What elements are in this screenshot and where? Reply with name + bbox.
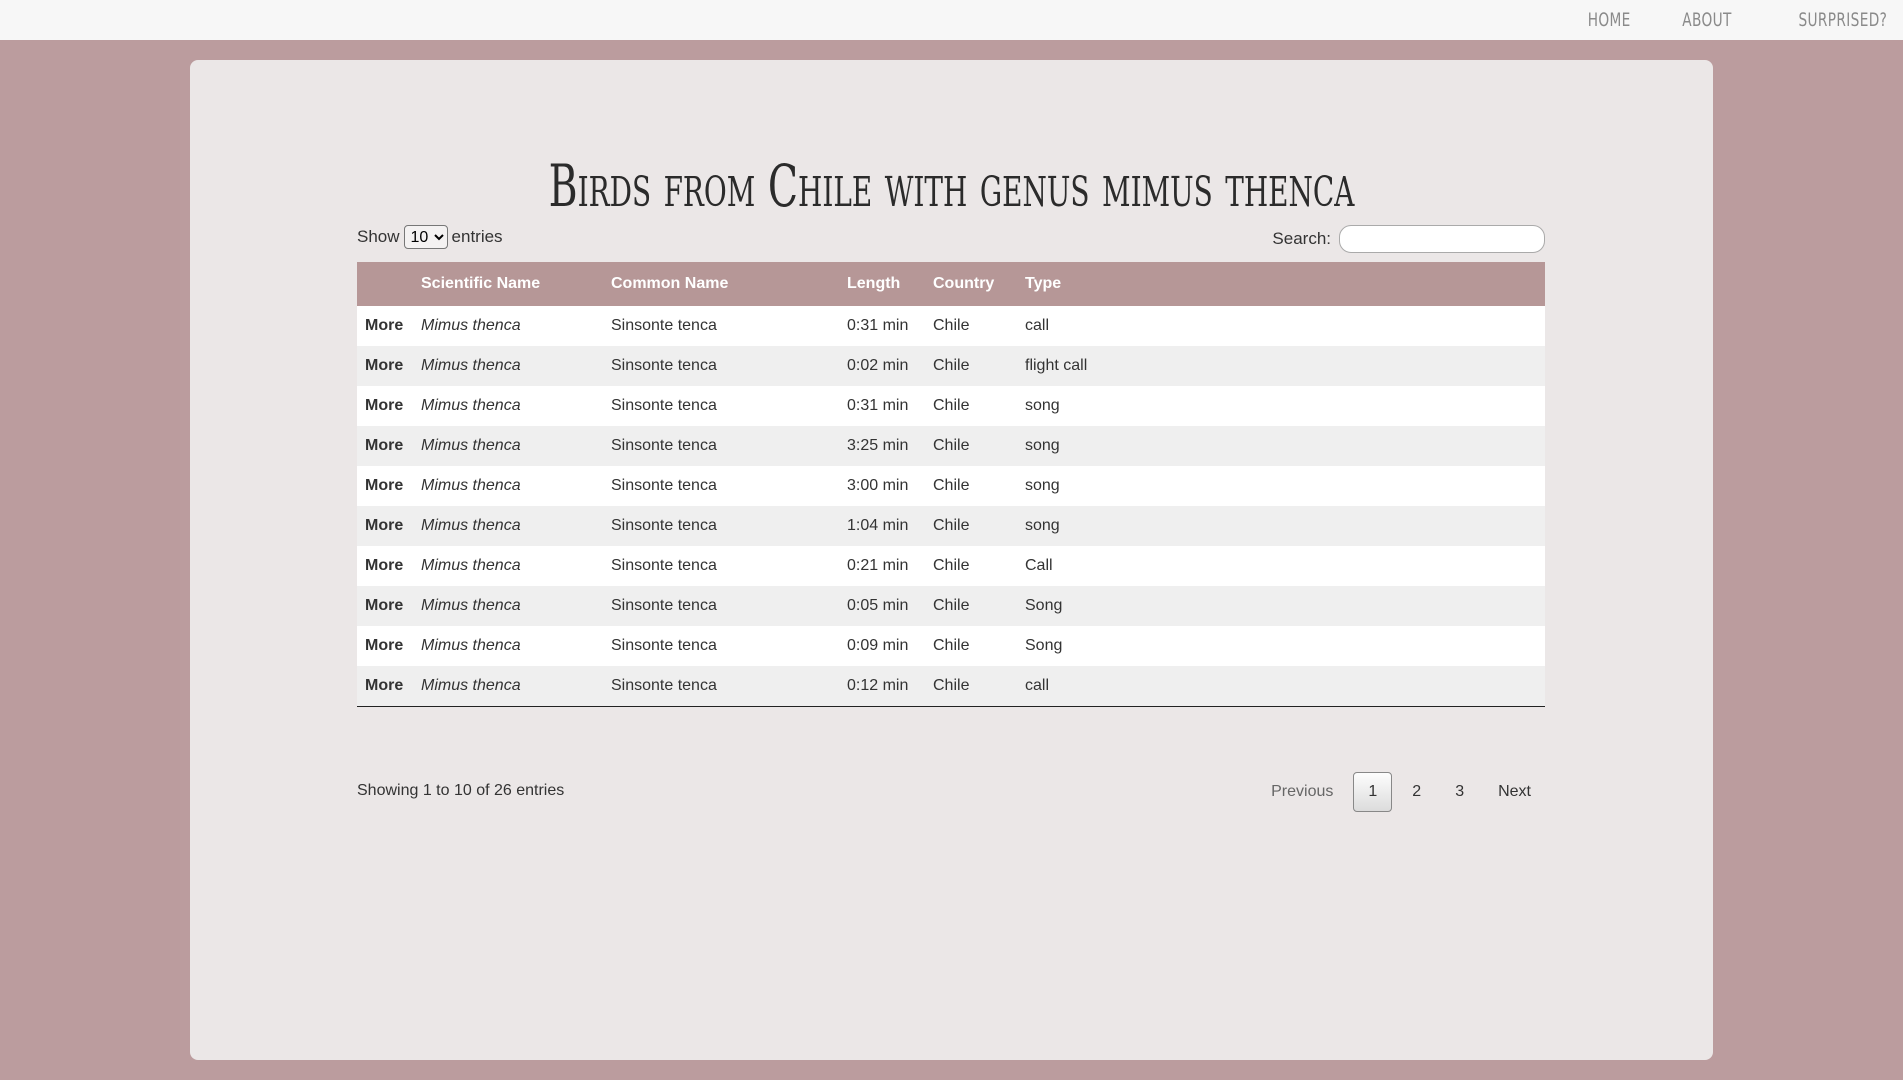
table-row: More Mimus thenca Sinsonte tenca 0:05 min Ch… [357,586,1545,626]
more-button[interactable]: More [357,346,413,386]
scientific-name-cell: Mimus thenca [413,666,603,707]
show-label: Show [357,227,400,246]
country-cell: Chile [925,586,1017,626]
more-button[interactable]: More [357,506,413,546]
more-button[interactable]: More [357,586,413,626]
more-button[interactable]: More [357,426,413,466]
type-cell: Call [1017,546,1545,586]
type-cell: song [1017,466,1545,506]
more-button[interactable]: More [357,306,413,346]
nav-link-surprised[interactable]: SURPRISED? [1798,9,1887,31]
page-button-1[interactable]: 1 [1353,772,1393,812]
top-navbar: HOME ABOUT SURPRISED? [0,0,1903,40]
common-name-cell: Sinsonte tenca [603,466,839,506]
type-cell: call [1017,666,1545,707]
search-input[interactable] [1339,225,1545,253]
more-button[interactable]: More [357,546,413,586]
column-header-common-name[interactable]: Common Name [603,262,839,306]
length-cell: 3:25 min [839,426,925,466]
country-cell: Chile [925,426,1017,466]
length-cell: 1:04 min [839,506,925,546]
birds-table: Scientific Name Common Name Length Count… [357,262,1545,707]
scientific-name-cell: Mimus thenca [413,386,603,426]
scientific-name-cell: Mimus thenca [413,306,603,346]
column-header-country[interactable]: Country [925,262,1017,306]
column-header-length[interactable]: Length [839,262,925,306]
more-button[interactable]: More [357,626,413,666]
length-cell: 0:31 min [839,306,925,346]
common-name-cell: Sinsonte tenca [603,666,839,707]
scientific-name-cell: Mimus thenca [413,626,603,666]
entries-length-select[interactable]: 10 [403,225,448,249]
next-page-button[interactable]: Next [1484,773,1545,811]
type-cell: song [1017,426,1545,466]
pagination: Previous 1 2 3 Next [1257,772,1545,812]
type-cell: call [1017,306,1545,346]
column-header-scientific-name[interactable]: Scientific Name [413,262,603,306]
country-cell: Chile [925,506,1017,546]
scientific-name-cell: Mimus thenca [413,546,603,586]
top-nav: HOME ABOUT SURPRISED? [1571,0,1887,40]
length-cell: 0:12 min [839,666,925,707]
common-name-cell: Sinsonte tenca [603,546,839,586]
page-button-2[interactable]: 2 [1398,773,1435,811]
table-row: More Mimus thenca Sinsonte tenca 0:31 min Ch… [357,386,1545,426]
length-cell: 0:05 min [839,586,925,626]
common-name-cell: Sinsonte tenca [603,506,839,546]
country-cell: Chile [925,626,1017,666]
nav-link-about[interactable]: ABOUT [1682,9,1731,31]
country-cell: Chile [925,386,1017,426]
length-cell: 0:09 min [839,626,925,666]
table-row: More Mimus thenca Sinsonte tenca 0:12 min Ch… [357,666,1545,707]
table-row: More Mimus thenca Sinsonte tenca 3:00 min Ch… [357,466,1545,506]
previous-page-button[interactable]: Previous [1257,773,1347,811]
common-name-cell: Sinsonte tenca [603,626,839,666]
column-header-action [357,262,413,306]
table-row: More Mimus thenca Sinsonte tenca 0:31 min Ch… [357,306,1545,346]
table-row: More Mimus thenca Sinsonte tenca 0:09 min Ch… [357,626,1545,666]
common-name-cell: Sinsonte tenca [603,426,839,466]
nav-link-home[interactable]: HOME [1588,9,1631,31]
common-name-cell: Sinsonte tenca [603,386,839,426]
table-row: More Mimus thenca Sinsonte tenca 0:02 min Ch… [357,346,1545,386]
page-button-3[interactable]: 3 [1441,773,1478,811]
country-cell: Chile [925,466,1017,506]
common-name-cell: Sinsonte tenca [603,586,839,626]
search-label: Search: [1272,229,1331,248]
length-cell: 0:31 min [839,386,925,426]
scientific-name-cell: Mimus thenca [413,506,603,546]
table-header-row: Scientific Name Common Name Length Count… [357,262,1545,306]
search-control: Search: [1272,225,1545,253]
scientific-name-cell: Mimus thenca [413,346,603,386]
table-row: More Mimus thenca Sinsonte tenca 1:04 min Ch… [357,506,1545,546]
more-button[interactable]: More [357,386,413,426]
scientific-name-cell: Mimus thenca [413,586,603,626]
length-cell: 3:00 min [839,466,925,506]
more-button[interactable]: More [357,466,413,506]
entries-length-control: Show 10 entries [357,225,503,249]
country-cell: Chile [925,666,1017,707]
type-cell: flight call [1017,346,1545,386]
length-cell: 0:21 min [839,546,925,586]
table-row: More Mimus thenca Sinsonte tenca 3:25 min Ch… [357,426,1545,466]
page-title: Birds from Chile with genus mimus thenca [548,152,1355,220]
table-info: Showing 1 to 10 of 26 entries [357,782,565,799]
country-cell: Chile [925,306,1017,346]
scientific-name-cell: Mimus thenca [413,426,603,466]
type-cell: Song [1017,626,1545,666]
more-button[interactable]: More [357,666,413,707]
length-cell: 0:02 min [839,346,925,386]
type-cell: Song [1017,586,1545,626]
country-cell: Chile [925,346,1017,386]
table-row: More Mimus thenca Sinsonte tenca 0:21 min Ch… [357,546,1545,586]
type-cell: song [1017,386,1545,426]
common-name-cell: Sinsonte tenca [603,306,839,346]
type-cell: song [1017,506,1545,546]
column-header-type[interactable]: Type [1017,262,1545,306]
content-card: Birds from Chile with genus mimus thenca… [190,60,1713,1060]
common-name-cell: Sinsonte tenca [603,346,839,386]
country-cell: Chile [925,546,1017,586]
entries-label: entries [451,227,503,246]
scientific-name-cell: Mimus thenca [413,466,603,506]
